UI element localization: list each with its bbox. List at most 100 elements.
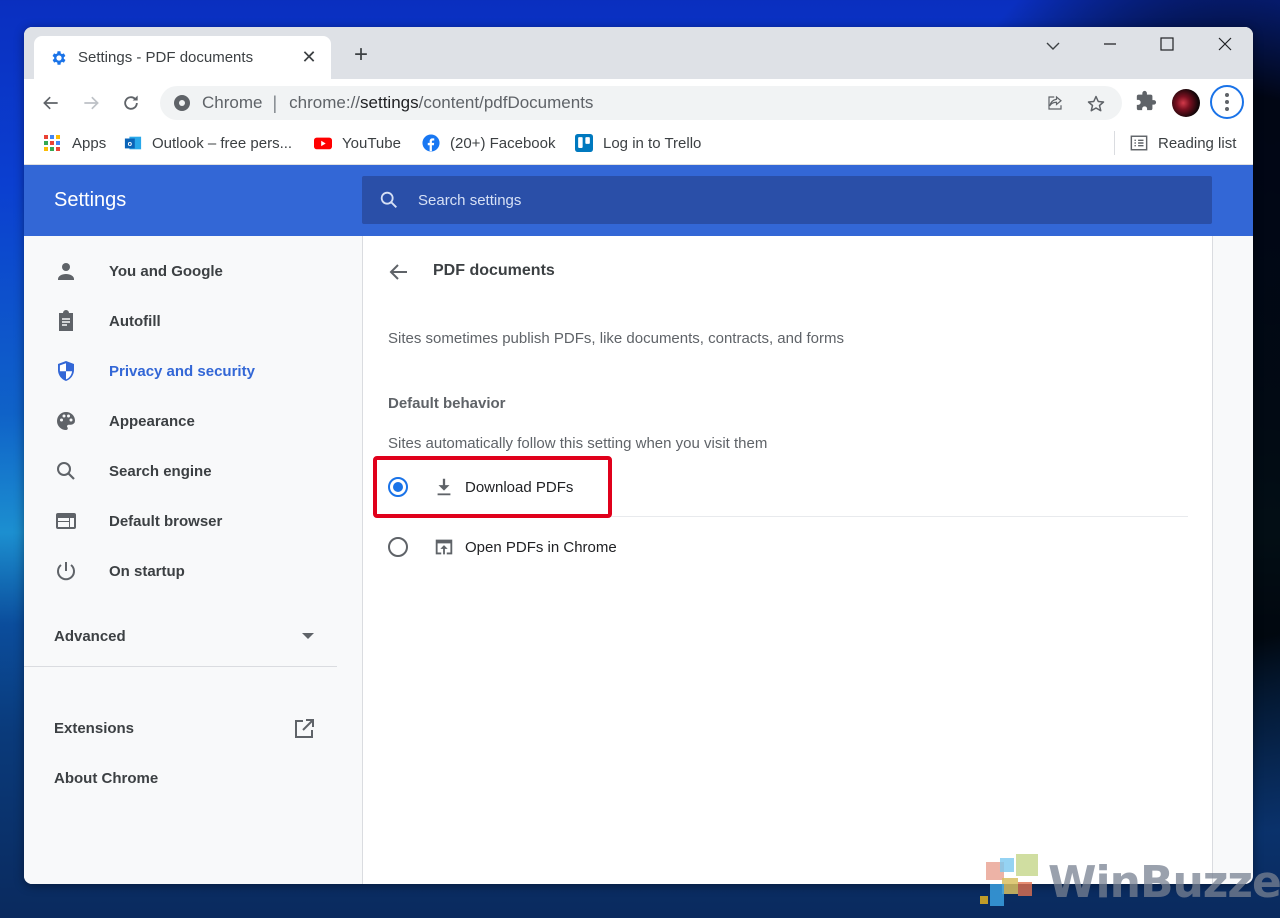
option-label: Open PDFs in Chrome	[465, 538, 617, 556]
sidebar-item-search-engine[interactable]: Search engine	[24, 449, 362, 493]
menu-dot	[1225, 93, 1229, 97]
tab-strip: Settings - PDF documents ✕ +	[24, 27, 1253, 79]
close-icon	[1218, 37, 1232, 51]
settings-title: Settings	[54, 189, 127, 211]
settings-header: Settings	[24, 165, 1253, 236]
bookmark-facebook[interactable]: (20+) Facebook	[422, 133, 555, 153]
tab-settings-pdf[interactable]: Settings - PDF documents ✕	[34, 36, 331, 79]
reload-button[interactable]	[118, 90, 144, 116]
url-host: settings	[360, 93, 419, 112]
option-download-pdfs[interactable]: Download PDFs	[388, 461, 1188, 513]
maximize-icon	[1160, 37, 1174, 51]
puzzle-icon	[1136, 90, 1157, 111]
bookmark-outlook[interactable]: o Outlook – free pers...	[124, 133, 292, 153]
outlook-icon: o	[124, 136, 142, 150]
minimize-icon	[1104, 43, 1116, 45]
person-icon	[58, 263, 74, 280]
tab-search-button[interactable]	[1038, 35, 1068, 59]
sidebar-item-on-startup[interactable]: On startup	[24, 549, 362, 593]
extensions-button[interactable]	[1134, 90, 1158, 114]
open-in-browser-icon	[435, 539, 453, 555]
back-button[interactable]	[38, 90, 64, 116]
sidebar-item-label: Privacy and security	[109, 362, 255, 380]
omnibox-separator: |	[272, 92, 278, 113]
arrow-left-icon	[43, 96, 58, 110]
gear-icon	[50, 49, 68, 67]
svg-text:o: o	[128, 139, 133, 148]
tab-close-button[interactable]: ✕	[299, 47, 319, 68]
settings-content-card: PDF documents Sites sometimes publish PD…	[362, 236, 1213, 884]
radio-open-pdfs-in-chrome[interactable]	[388, 537, 408, 557]
palette-icon	[57, 412, 75, 430]
chevron-down-icon	[1046, 42, 1060, 50]
sidebar-item-label: Autofill	[109, 312, 161, 330]
sidebar-item-you-and-google[interactable]: You and Google	[24, 249, 362, 293]
minimize-button[interactable]	[1095, 35, 1125, 59]
download-icon	[437, 478, 451, 496]
chrome-menu-button[interactable]	[1210, 85, 1244, 119]
section-subtitle: Sites automatically follow this setting …	[388, 435, 768, 452]
advanced-toggle[interactable]: Advanced	[54, 621, 314, 651]
sidebar-item-privacy-and-security[interactable]: Privacy and security	[24, 349, 362, 393]
chrome-site-icon	[174, 95, 190, 111]
facebook-icon	[422, 134, 440, 152]
new-tab-button[interactable]: +	[349, 43, 373, 67]
winbuzzer-watermark: WinBuzzer	[978, 852, 1280, 912]
bookmark-label: Outlook – free pers...	[152, 134, 293, 152]
search-settings-bar[interactable]	[362, 176, 1212, 224]
clipboard-icon	[59, 310, 73, 331]
option-label: Download PDFs	[465, 478, 574, 496]
sidebar-item-autofill[interactable]: Autofill	[24, 299, 362, 343]
bookmark-youtube[interactable]: YouTube	[314, 133, 401, 153]
url-scheme: chrome://	[289, 93, 361, 112]
browser-toolbar: Chrome | chrome://settings/content/pdfDo…	[24, 79, 1253, 125]
sidebar-item-label: Search engine	[109, 462, 212, 480]
sidebar-item-label: Appearance	[109, 412, 195, 430]
menu-dot	[1225, 107, 1229, 111]
watermark-text: WinBuzzer	[1048, 856, 1280, 908]
window-close-button[interactable]	[1210, 35, 1240, 59]
page-title: PDF documents	[433, 262, 555, 279]
browser-window-icon	[56, 513, 76, 529]
reading-list-icon	[1130, 135, 1148, 151]
trello-icon	[575, 134, 593, 152]
address-bar[interactable]: Chrome | chrome://settings/content/pdfDo…	[160, 86, 1122, 120]
sidebar-link-about-chrome[interactable]: About Chrome	[54, 770, 158, 787]
sidebar-item-label: On startup	[109, 562, 185, 580]
option-open-pdfs-in-chrome[interactable]: Open PDFs in Chrome	[388, 521, 1188, 573]
bookmark-trello[interactable]: Log in to Trello	[575, 133, 701, 153]
sidebar-item-appearance[interactable]: Appearance	[24, 399, 362, 443]
profile-avatar[interactable]	[1172, 89, 1200, 117]
bookmark-star-icon[interactable]	[1086, 94, 1106, 114]
sidebar-item-default-browser[interactable]: Default browser	[24, 499, 362, 543]
bookmark-apps[interactable]: Apps	[44, 133, 106, 153]
sidebar-link-extensions[interactable]: Extensions	[54, 719, 316, 738]
search-icon	[57, 462, 75, 480]
maximize-button[interactable]	[1152, 35, 1182, 59]
watermark-logo-icon	[978, 852, 1048, 912]
sidebar-item-label: Default browser	[109, 512, 223, 530]
chrome-window: Settings - PDF documents ✕ + Chrome | ch…	[24, 27, 1253, 884]
reading-list-label: Reading list	[1158, 134, 1237, 152]
radio-download-pdfs[interactable]	[388, 477, 408, 497]
sidebar-item-label: You and Google	[109, 262, 223, 280]
share-icon[interactable]	[1045, 94, 1065, 114]
settings-sidebar: You and Google Autofill Privacy and secu…	[24, 236, 362, 884]
reading-list-button[interactable]: Reading list	[1130, 133, 1236, 153]
bookmark-label: (20+) Facebook	[450, 134, 556, 152]
shield-icon	[58, 361, 74, 381]
bookmark-label: Apps	[72, 134, 107, 152]
back-arrow-button[interactable]	[387, 260, 411, 284]
page-description: Sites sometimes publish PDFs, like docum…	[388, 330, 845, 347]
search-settings-input[interactable]	[418, 191, 1212, 209]
tab-title: Settings - PDF documents	[78, 49, 254, 66]
arrow-left-icon	[389, 264, 407, 280]
url-path: /content/pdfDocuments	[418, 93, 594, 112]
menu-dot	[1225, 100, 1229, 104]
reload-icon	[124, 95, 138, 110]
open-in-new-icon	[295, 719, 314, 738]
youtube-icon	[314, 137, 332, 150]
search-icon	[380, 191, 397, 208]
forward-button[interactable]	[78, 90, 104, 116]
section-heading: Default behavior	[388, 395, 506, 412]
